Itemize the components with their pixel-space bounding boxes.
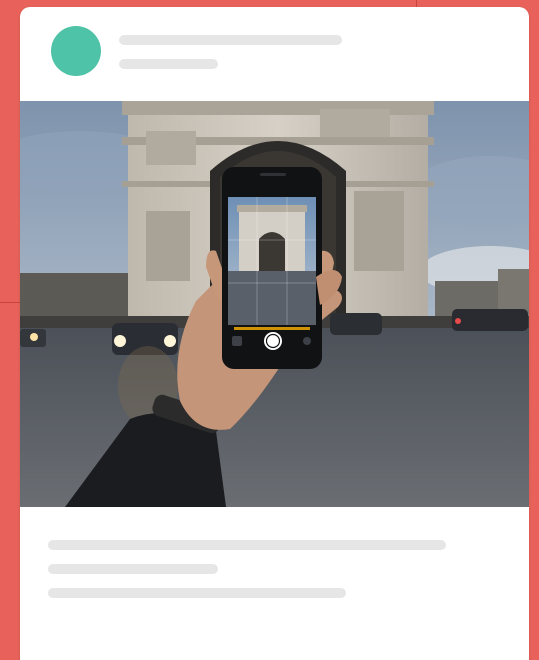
avatar[interactable] <box>51 26 101 76</box>
author-name-placeholder <box>119 35 342 45</box>
guide-line <box>0 302 20 303</box>
post-header <box>20 7 529 101</box>
caption-line-placeholder <box>48 540 446 550</box>
post-meta-placeholder <box>119 59 218 69</box>
caption-line-placeholder <box>48 588 346 598</box>
caption-line-placeholder <box>48 564 218 574</box>
post-body <box>20 507 529 660</box>
feed-background <box>0 0 539 660</box>
post-card[interactable] <box>20 7 529 660</box>
post-image[interactable] <box>20 101 529 507</box>
photo-icon <box>20 101 529 507</box>
